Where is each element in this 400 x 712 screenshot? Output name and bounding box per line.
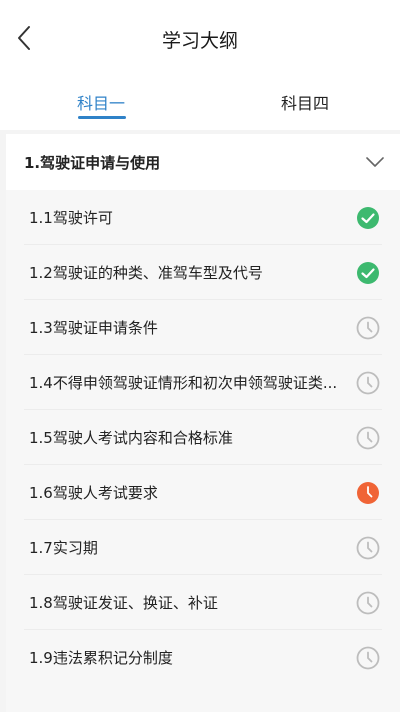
item-label: 1.6驾驶人考试要求 [29,484,158,502]
section-header[interactable]: 1.驾驶证申请与使用 [6,134,400,190]
item-label: 1.9违法累积记分制度 [29,649,173,667]
clock-icon [356,426,380,450]
tab-subject-one[interactable]: 科目一 [51,90,151,114]
check-circle-icon [357,262,379,284]
subject-tabs: 科目一 科目四 [0,80,400,130]
list-item[interactable]: 1.1驾驶许可 [6,190,400,245]
item-label: 1.2驾驶证的种类、准驾车型及代号 [29,264,263,282]
list-item[interactable]: 1.3驾驶证申请条件 [6,300,400,355]
clock-icon [356,591,380,615]
item-label: 1.8驾驶证发证、换证、补证 [29,594,218,612]
item-label: 1.5驾驶人考试内容和合格标准 [29,429,233,447]
chapter-list: 1.1驾驶许可 1.2驾驶证的种类、准驾车型及代号 1.3驾驶证申请条件 1.4… [6,190,400,712]
list-item[interactable]: 1.6驾驶人考试要求 [6,465,400,520]
item-label: 1.3驾驶证申请条件 [29,319,158,337]
list-item[interactable]: 1.9违法累积记分制度 [6,630,400,685]
list-item[interactable]: 1.7实习期 [6,520,400,575]
clock-icon [356,536,380,560]
clock-icon [356,646,380,670]
item-label: 1.4不得申领驾驶证情形和初次申领驾驶证类... [29,374,338,392]
chevron-down-icon [366,157,384,167]
item-label: 1.1驾驶许可 [29,209,113,227]
active-tab-indicator [78,116,126,119]
item-label: 1.7实习期 [29,539,98,557]
list-item[interactable]: 1.8驾驶证发证、换证、补证 [6,575,400,630]
header: 学习大纲 [0,0,400,80]
clock-icon [356,371,380,395]
clock-icon [356,316,380,340]
list-item[interactable]: 1.5驾驶人考试内容和合格标准 [6,410,400,465]
list-item[interactable]: 1.2驾驶证的种类、准驾车型及代号 [6,245,400,300]
section-title: 1.驾驶证申请与使用 [24,154,161,172]
tab-subject-four[interactable]: 科目四 [255,90,355,114]
page-title: 学习大纲 [161,30,238,52]
list-item[interactable]: 1.4不得申领驾驶证情形和初次申领驾驶证类... [6,355,400,410]
clock-icon [357,482,379,504]
check-circle-icon [357,207,379,229]
